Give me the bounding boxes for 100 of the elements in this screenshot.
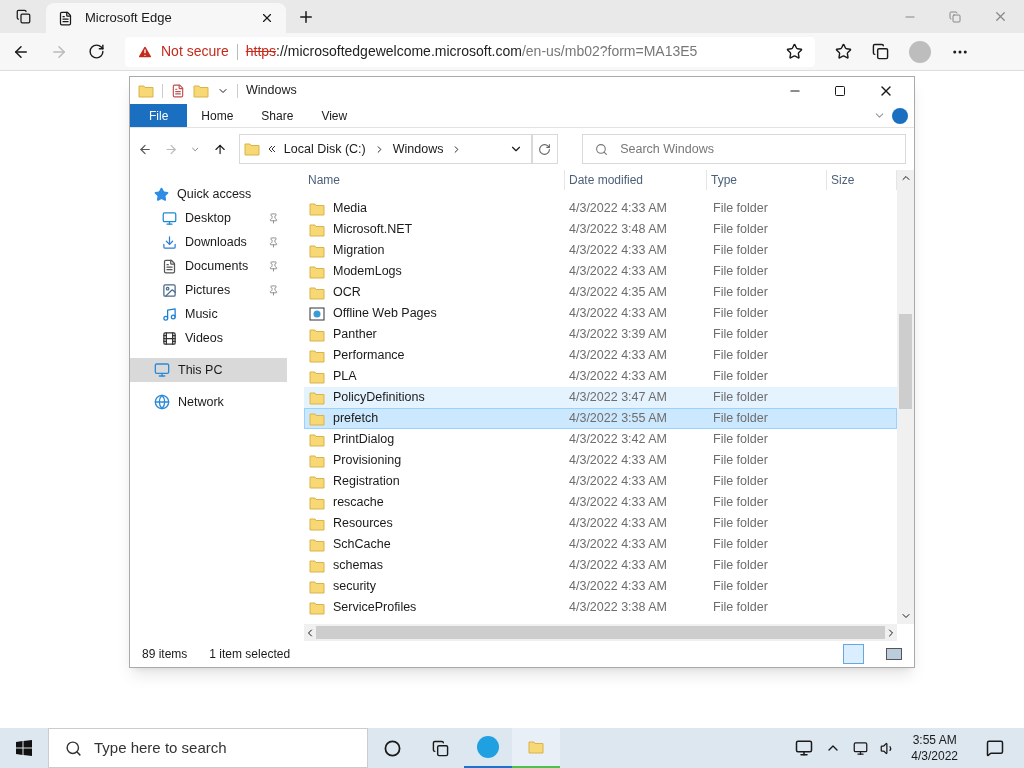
folder-icon xyxy=(309,600,325,615)
file-name: rescache xyxy=(333,494,384,512)
file-row[interactable]: ModemLogs 4/3/2022 4:33 AM File folder xyxy=(304,261,897,282)
refresh-icon xyxy=(538,142,552,156)
nav-item[interactable]: Downloads xyxy=(130,230,287,254)
search-field[interactable]: Search Windows xyxy=(582,134,906,164)
folder-icon xyxy=(309,390,325,405)
file-row[interactable]: schemas 4/3/2022 4:33 AM File folder xyxy=(304,555,897,576)
ribbon-tab[interactable]: View xyxy=(307,104,362,127)
nav-item[interactable]: Documents xyxy=(130,254,287,278)
file-name: security xyxy=(333,578,377,596)
taskbar-search-field[interactable]: Type here to search xyxy=(48,728,368,768)
document-icon xyxy=(162,258,177,274)
file-name: Panther xyxy=(333,326,377,344)
clock-time[interactable]: 3:55 AM xyxy=(912,732,957,748)
nav-item[interactable]: Videos xyxy=(130,326,287,350)
file-row[interactable]: Resources 4/3/2022 4:33 AM File folder xyxy=(304,513,897,534)
file-row[interactable]: Panther 4/3/2022 3:39 AM File folder xyxy=(304,324,897,345)
file-name: Registration xyxy=(333,473,400,491)
file-row[interactable]: Provisioning 4/3/2022 4:33 AM File folder xyxy=(304,450,897,471)
file-row[interactable]: Media 4/3/2022 4:33 AM File folder xyxy=(304,198,897,219)
cortana-icon[interactable] xyxy=(383,739,401,757)
type-cell-text: File folder xyxy=(712,473,768,491)
properties-icon[interactable] xyxy=(171,83,185,98)
file-name: OCR xyxy=(333,284,361,302)
notifications-icon[interactable] xyxy=(986,739,1004,757)
vertical-scrollbar[interactable] xyxy=(897,170,914,624)
date-cell-text: 4/3/2022 4:33 AM xyxy=(568,494,668,512)
favorites-icon[interactable] xyxy=(835,43,852,60)
start-icon[interactable] xyxy=(16,740,32,756)
nav-item[interactable]: Desktop xyxy=(130,206,287,230)
file-name: Provisioning xyxy=(333,452,402,470)
file-row[interactable]: PLA 4/3/2022 4:33 AM File folder xyxy=(304,366,897,387)
file-row[interactable]: Registration 4/3/2022 4:33 AM File folder xyxy=(304,471,897,492)
date-cell-text: 4/3/2022 3:48 AM xyxy=(568,221,668,239)
network-status-icon[interactable] xyxy=(853,740,869,756)
clock-date[interactable]: 4/3/2022 xyxy=(911,748,958,764)
scroll-thumb[interactable] xyxy=(899,314,912,409)
file-row[interactable]: PolicyDefinitions 4/3/2022 3:47 AM File folder xyxy=(304,387,897,408)
file-row[interactable]: Migration 4/3/2022 4:33 AM File folder xyxy=(304,240,897,261)
refresh-icon[interactable] xyxy=(88,43,105,60)
nav-item[interactable]: Quick access xyxy=(130,182,287,206)
file-row[interactable]: prefetch 4/3/2022 3:55 AM File folder xyxy=(304,408,897,429)
large-icons-view-button[interactable] xyxy=(886,648,902,660)
folder-icon xyxy=(309,432,325,447)
file-row[interactable]: OCR 4/3/2022 4:35 AM File folder xyxy=(304,282,897,303)
overflow-chevron-icon[interactable] xyxy=(267,145,276,153)
nav-item[interactable]: Network xyxy=(130,390,287,414)
web-folder-icon xyxy=(309,306,325,321)
file-name: ModemLogs xyxy=(333,263,402,281)
file-row[interactable]: ServiceProfiles 4/3/2022 3:38 AM File folder xyxy=(304,597,897,618)
task-view-icon[interactable] xyxy=(431,739,449,757)
folder-icon xyxy=(309,495,325,510)
address-bar[interactable]: Not secure https://microsoftedgewelcome.microsoft.com/en-us/mb02?form=MA13E5 xyxy=(125,36,815,67)
file-row[interactable]: PrintDialog 4/3/2022 3:42 AM File folder xyxy=(304,429,897,450)
column-header[interactable]: Name xyxy=(304,170,565,190)
folder-icon xyxy=(309,474,325,489)
horizontal-scrollbar[interactable] xyxy=(304,624,897,641)
music-note-icon xyxy=(162,306,177,322)
nav-item[interactable]: Music xyxy=(130,302,287,326)
date-cell-text: 4/3/2022 3:39 AM xyxy=(568,326,668,344)
folder-icon xyxy=(309,243,325,258)
type-cell-text: File folder xyxy=(712,326,768,344)
picture-icon xyxy=(162,282,177,298)
type-cell-text: File folder xyxy=(712,494,768,512)
file-row[interactable]: Offline Web Pages 4/3/2022 4:33 AM File folder xyxy=(304,303,897,324)
ribbon-tab[interactable]: Home xyxy=(187,104,248,127)
download-icon xyxy=(162,234,177,250)
type-cell-text: File folder xyxy=(712,431,768,449)
nav-item[interactable]: Pictures xyxy=(130,278,287,302)
refresh-button[interactable] xyxy=(531,134,559,164)
address-field[interactable]: Local Disk (C:) Windows xyxy=(238,134,532,164)
column-header[interactable]: Type xyxy=(707,170,827,190)
ribbon-tab[interactable]: Share xyxy=(247,104,308,127)
file-row[interactable]: security 4/3/2022 4:33 AM File folder xyxy=(304,576,897,597)
file-tab[interactable]: File xyxy=(130,104,188,127)
add-favorite-icon[interactable] xyxy=(786,43,803,60)
security-label: Not secure xyxy=(161,42,229,61)
tab-actions-icon[interactable] xyxy=(15,9,31,24)
file-row[interactable]: rescache 4/3/2022 4:33 AM File folder xyxy=(304,492,897,513)
file-name: ServiceProfiles xyxy=(333,599,417,617)
folder-icon xyxy=(309,579,325,594)
file-row[interactable]: Microsoft.NET 4/3/2022 3:48 AM File folder xyxy=(304,219,897,240)
column-header[interactable]: Date modified xyxy=(565,170,707,190)
search-icon xyxy=(65,739,82,757)
nav-item[interactable]: This PC xyxy=(130,358,287,382)
file-row[interactable]: SchCache 4/3/2022 4:33 AM File folder xyxy=(304,534,897,555)
collections-icon[interactable] xyxy=(872,43,889,60)
scroll-thumb[interactable] xyxy=(316,626,885,639)
breadcrumb-item[interactable]: Local Disk (C:) xyxy=(283,139,366,159)
close-icon[interactable] xyxy=(260,11,274,25)
computer-icon xyxy=(154,362,170,378)
file-row[interactable]: Performance 4/3/2022 4:33 AM File folder xyxy=(304,345,897,366)
file-name: PLA xyxy=(333,368,357,386)
folder-icon xyxy=(193,83,209,98)
file-name: prefetch xyxy=(333,410,379,428)
maximize-icon[interactable] xyxy=(834,84,846,97)
date-cell-text: 4/3/2022 4:33 AM xyxy=(568,473,668,491)
browser-tab[interactable]: Microsoft Edge xyxy=(46,3,286,33)
breadcrumb-item[interactable]: Windows xyxy=(392,139,444,159)
